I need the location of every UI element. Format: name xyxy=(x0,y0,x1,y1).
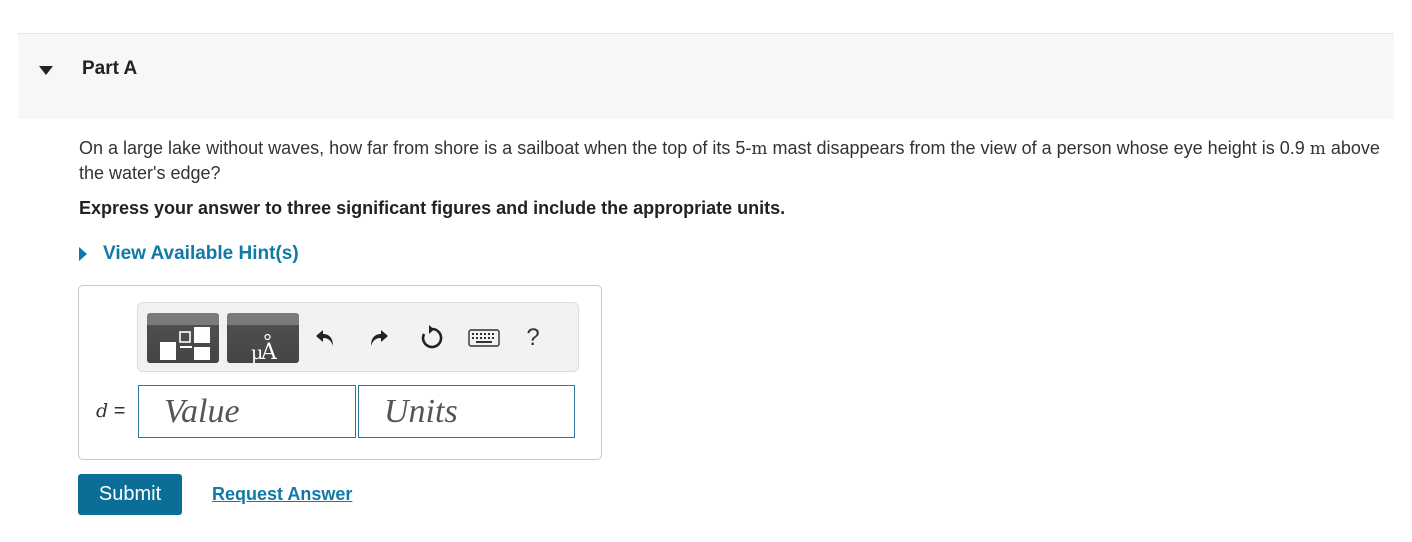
undo-button[interactable] xyxy=(310,323,340,353)
instruction-text: Express your answer to three significant… xyxy=(79,198,786,218)
submit-button[interactable]: Submit xyxy=(78,474,182,515)
equals-sign: = xyxy=(113,400,126,422)
view-hints-toggle[interactable]: View Available Hint(s) xyxy=(79,243,299,265)
redo-button[interactable] xyxy=(364,323,394,353)
question-text-1: On a large lake without waves, how far f… xyxy=(79,138,752,158)
templates-icon xyxy=(160,327,210,360)
units-icon: μ A xyxy=(251,333,278,365)
help-button[interactable]: ? xyxy=(518,323,548,353)
math-toolbar: μ A ? xyxy=(137,302,579,372)
svg-text:A: A xyxy=(260,340,278,363)
question-text-2: mast disappears from the view of a perso… xyxy=(767,138,1310,158)
question-unit-2: m xyxy=(1309,139,1326,159)
reset-icon xyxy=(421,325,443,349)
templates-button[interactable] xyxy=(147,313,219,363)
request-answer-link[interactable]: Request Answer xyxy=(212,484,352,505)
part-header[interactable]: Part A xyxy=(18,34,1394,119)
value-input[interactable] xyxy=(138,385,356,438)
question-text: On a large lake without waves, how far f… xyxy=(79,136,1389,185)
collapse-caret-icon[interactable] xyxy=(39,66,53,75)
undo-icon xyxy=(316,330,333,346)
hint-label: View Available Hint(s) xyxy=(103,243,299,264)
units-button[interactable]: μ A xyxy=(227,313,299,365)
variable-label: d = xyxy=(96,400,125,423)
part-title: Part A xyxy=(82,58,138,79)
variable-name: d xyxy=(96,400,109,422)
question-unit-1: m xyxy=(751,139,768,159)
redo-icon xyxy=(371,330,388,346)
units-input[interactable] xyxy=(358,385,575,438)
keyboard-icon xyxy=(468,329,500,347)
reset-button[interactable] xyxy=(417,323,447,353)
caret-right-icon xyxy=(79,247,87,261)
keyboard-button[interactable] xyxy=(467,323,501,353)
answer-box: μ A ? d = Value Units xyxy=(78,285,602,460)
